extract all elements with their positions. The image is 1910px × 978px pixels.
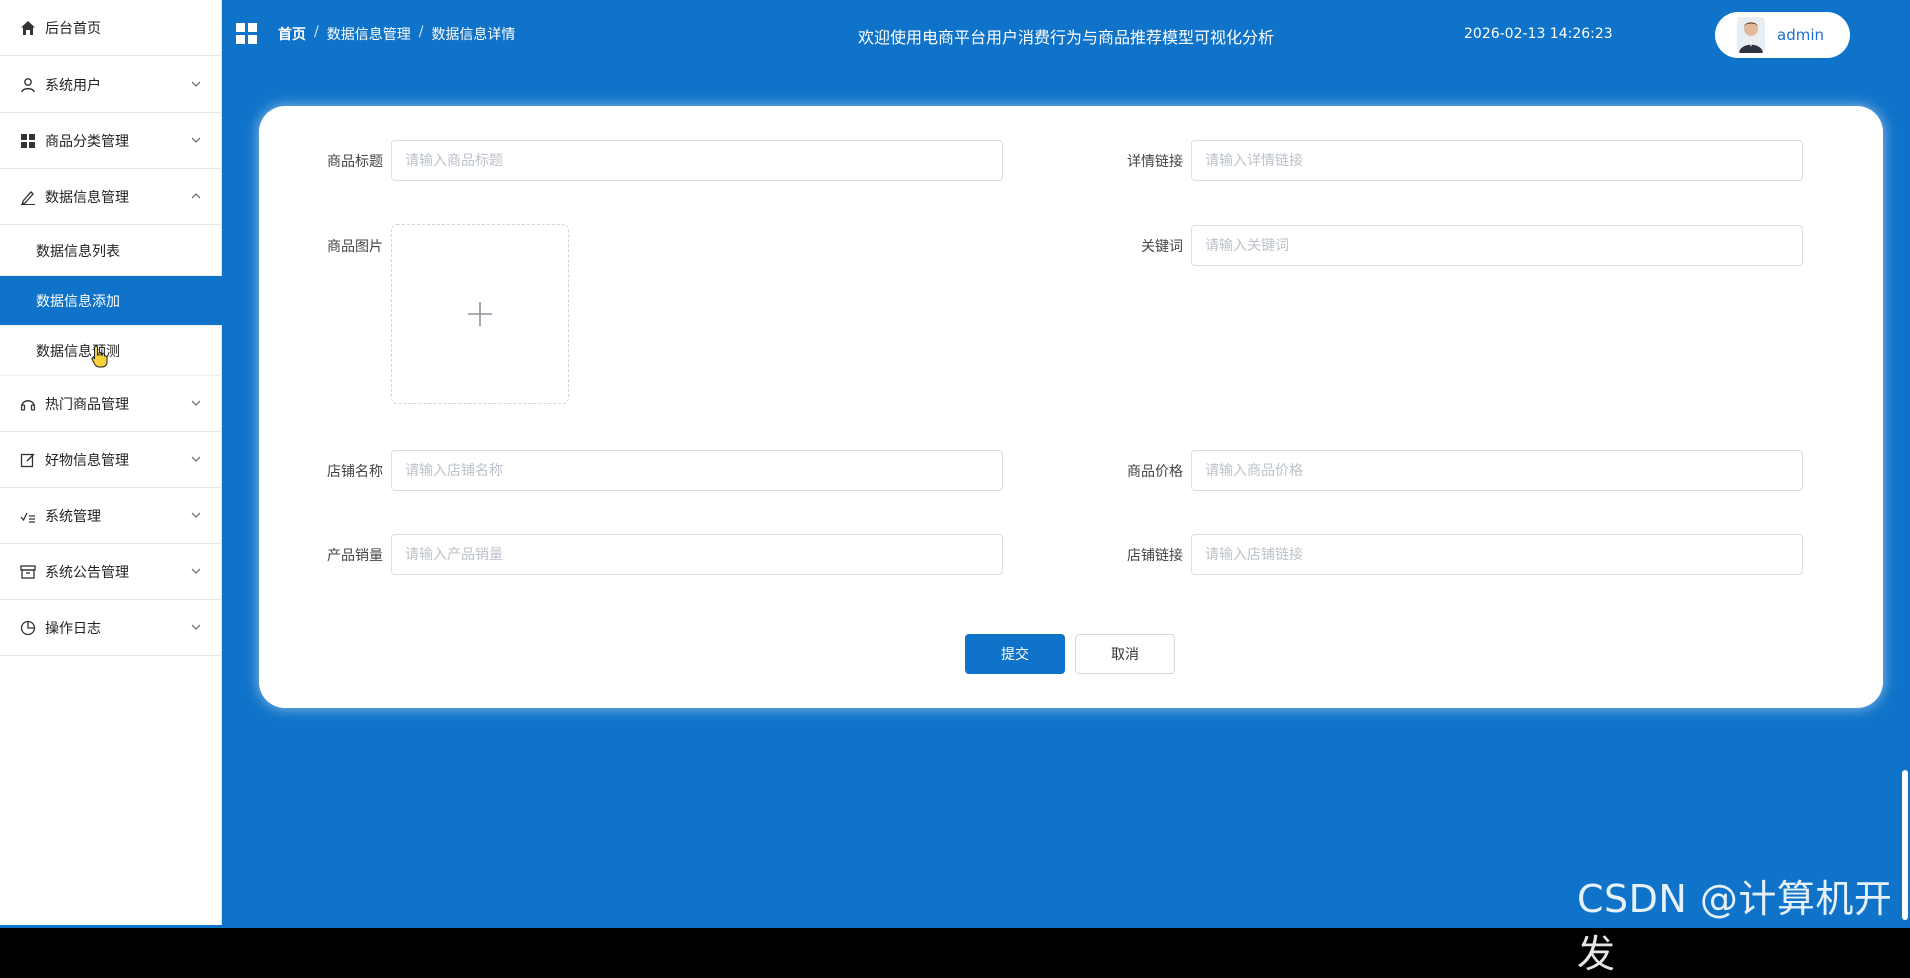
plus-icon — [468, 302, 492, 326]
user-icon — [20, 77, 36, 93]
sidebar-item-announcements[interactable]: 系统公告管理 — [0, 544, 222, 600]
chevron-down-icon — [190, 565, 202, 577]
user-menu[interactable]: admin — [1715, 12, 1850, 58]
sidebar-item-label: 系统用户 — [45, 77, 101, 94]
sidebar-item-home[interactable]: 后台首页 — [0, 0, 222, 56]
sidebar-item-label: 数据信息管理 — [45, 189, 129, 206]
submit-button[interactable]: 提交 — [965, 634, 1065, 674]
checklist-icon — [20, 508, 36, 524]
sidebar-item-category[interactable]: 商品分类管理 — [0, 113, 222, 169]
field-label-shop-link: 店铺链接 — [1127, 548, 1183, 564]
sidebar-item-label: 系统管理 — [45, 508, 101, 525]
grid-icon — [20, 133, 36, 149]
breadcrumb-current: 数据信息详情 — [431, 27, 516, 43]
chevron-up-icon — [190, 190, 202, 202]
sales-input[interactable] — [391, 534, 1003, 575]
chevron-down-icon — [190, 621, 202, 633]
pie-chart-icon — [20, 620, 36, 636]
field-label-detail-link: 详情链接 — [1127, 154, 1183, 170]
sidebar-subitem-label: 数据信息添加 — [36, 293, 120, 310]
headphones-icon — [20, 396, 36, 412]
breadcrumb-separator: / — [418, 24, 424, 40]
sidebar-item-label: 商品分类管理 — [45, 133, 129, 150]
sidebar-subitem-data-list[interactable]: 数据信息列表 — [0, 226, 222, 276]
breadcrumb-data-manage[interactable]: 数据信息管理 — [327, 24, 411, 44]
sidebar: 后台首页 系统用户 商品分类管理 数据信息管理 数据信息列表 数据信息添加 数据… — [0, 0, 222, 925]
sidebar-item-operation-log[interactable]: 操作日志 — [0, 600, 222, 656]
sidebar-item-system-users[interactable]: 系统用户 — [0, 57, 222, 113]
sidebar-item-label: 后台首页 — [45, 20, 101, 37]
sidebar-item-system-manage[interactable]: 系统管理 — [0, 488, 222, 544]
menu-toggle-icon[interactable] — [236, 23, 258, 45]
home-icon — [20, 20, 36, 36]
field-label-title: 商品标题 — [327, 154, 383, 170]
sidebar-item-label: 操作日志 — [45, 620, 101, 637]
sidebar-subitem-data-predict[interactable]: 数据信息预测 — [0, 326, 222, 376]
chevron-down-icon — [190, 397, 202, 409]
image-upload[interactable] — [391, 224, 569, 404]
datetime-display: 2026-02-13 14:26:23 — [1464, 26, 1613, 42]
form-card: 商品标题 详情链接 商品图片 关键词 店铺名称 商品价格 产品销量 店铺链接 提… — [259, 106, 1883, 708]
price-input[interactable] — [1191, 450, 1803, 491]
app-screen: 后台首页 系统用户 商品分类管理 数据信息管理 数据信息列表 数据信息添加 数据… — [0, 0, 1910, 976]
page-title: 欢迎使用电商平台用户消费行为与商品推荐模型可视化分析 — [858, 28, 1275, 47]
sidebar-item-data-info[interactable]: 数据信息管理 — [0, 169, 222, 225]
page-scrollbar[interactable] — [1900, 70, 1910, 925]
breadcrumb-separator: / — [314, 24, 319, 40]
field-label-shop-name: 店铺名称 — [327, 464, 383, 480]
chevron-down-icon — [190, 453, 202, 465]
shop-link-input[interactable] — [1191, 534, 1803, 575]
sidebar-subitem-label: 数据信息列表 — [36, 243, 120, 260]
chevron-down-icon — [190, 509, 202, 521]
hand-cursor-icon — [91, 345, 108, 368]
avatar — [1737, 17, 1765, 53]
shop-name-input[interactable] — [391, 450, 1003, 491]
watermark: CSDN @计算机开发 — [1577, 877, 1893, 976]
detail-link-input[interactable] — [1191, 140, 1803, 181]
archive-box-icon — [20, 564, 36, 580]
sidebar-item-label: 热门商品管理 — [45, 396, 129, 413]
sidebar-item-hot-products[interactable]: 热门商品管理 — [0, 376, 222, 432]
sidebar-item-label: 好物信息管理 — [45, 452, 129, 469]
edit-pen-icon — [20, 189, 36, 205]
user-name: admin — [1777, 26, 1824, 44]
field-label-keywords: 关键词 — [1141, 239, 1183, 255]
top-bar: 首页 / 数据信息管理 / 数据信息详情 欢迎使用电商平台用户消费行为与商品推荐… — [222, 0, 1910, 70]
breadcrumb: 首页 / 数据信息管理 / 数据信息详情 — [278, 24, 515, 44]
keywords-input[interactable] — [1191, 225, 1803, 266]
sidebar-item-good-items[interactable]: 好物信息管理 — [0, 432, 222, 488]
sidebar-item-label: 系统公告管理 — [45, 564, 129, 581]
title-input[interactable] — [391, 140, 1003, 181]
field-label-sales: 产品销量 — [327, 548, 383, 564]
field-label-price: 商品价格 — [1127, 464, 1183, 480]
breadcrumb-home[interactable]: 首页 — [278, 24, 306, 44]
field-label-image: 商品图片 — [327, 239, 383, 255]
chevron-down-icon — [190, 78, 202, 90]
chevron-down-icon — [190, 134, 202, 146]
cancel-button[interactable]: 取消 — [1075, 634, 1175, 674]
sidebar-subitem-data-add[interactable]: 数据信息添加 — [0, 276, 222, 326]
edit-box-icon — [20, 452, 36, 468]
